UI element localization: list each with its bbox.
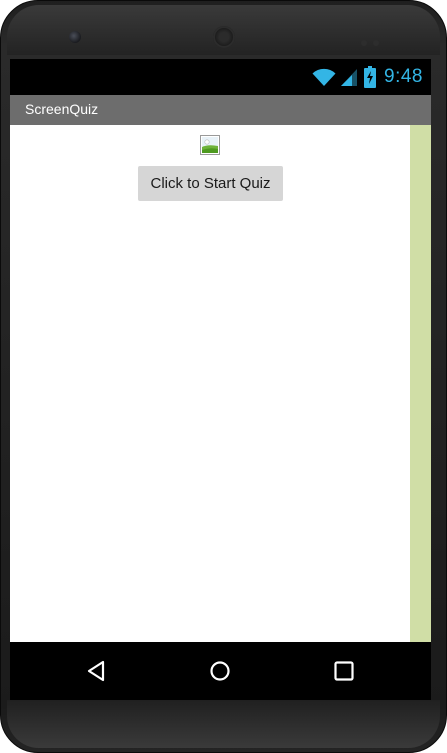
- start-quiz-button[interactable]: Click to Start Quiz: [138, 166, 283, 201]
- app-title-bar: ScreenQuiz: [10, 95, 431, 125]
- navigation-bar: [10, 642, 431, 700]
- image-placeholder-icon: [200, 135, 220, 155]
- screen-side-strip: [410, 125, 431, 642]
- phone-frame: 9:48 ScreenQuiz Click to Start Quiz: [0, 0, 447, 753]
- cell-signal-icon: [340, 67, 358, 87]
- status-icons: 9:48: [312, 65, 423, 89]
- status-time: 9:48: [384, 66, 423, 87]
- battery-charging-icon: [364, 66, 377, 88]
- screen-title: ScreenQuiz: [25, 101, 99, 117]
- wifi-icon: [312, 67, 336, 87]
- speaker-grill-icon: [213, 26, 235, 48]
- app-screen: Click to Start Quiz: [10, 125, 410, 642]
- recents-icon[interactable]: [332, 659, 356, 683]
- status-bar: 9:48: [10, 59, 431, 95]
- back-icon[interactable]: [84, 659, 108, 683]
- home-icon[interactable]: [208, 659, 232, 683]
- phone-bottom-bezel: [7, 700, 440, 748]
- sensor-dots: [361, 33, 385, 46]
- front-camera-icon: [69, 31, 81, 43]
